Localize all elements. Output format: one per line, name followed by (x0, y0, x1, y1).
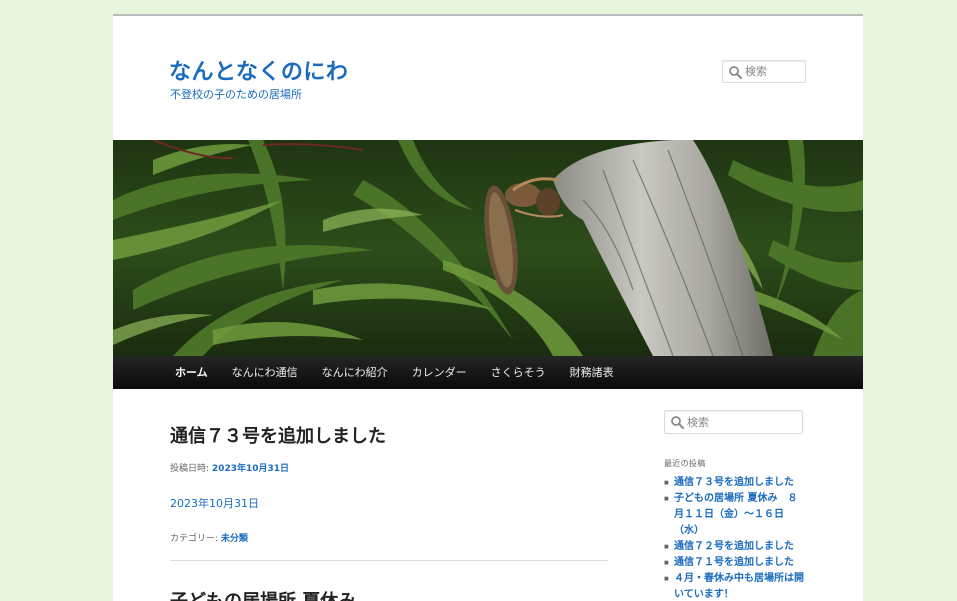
recent-post-item: 子どもの居場所 夏休み ８月１１日（金）～１６日（水） (664, 491, 804, 539)
post-divider (170, 560, 608, 561)
main-navigation: ホーム なんにわ通信 なんにわ紹介 カレンダー さくらそう 財務諸表 (113, 356, 863, 389)
sidebar-search-box[interactable] (664, 410, 803, 434)
page-container: なんとなくのにわ 不登校の子のための居場所 検索 ホーム なんにわ通信 なんにわ… (113, 14, 863, 601)
recent-post-link[interactable]: 子どもの居場所 夏休み ８月１１日（金）～１６日（水） (674, 493, 797, 536)
header-banner-image (113, 140, 863, 356)
nav-item-financials[interactable]: 財務諸表 (558, 356, 626, 389)
category-label: カテゴリー: (170, 534, 219, 544)
recent-posts-list: 通信７３号を追加しました 子どもの居場所 夏休み ８月１１日（金）～１６日（水）… (664, 475, 804, 601)
recent-post-item: ４月・春休み中も居場所は開いています！ (664, 571, 804, 601)
post-meta-label: 投稿日時: (170, 464, 210, 474)
nav-item-sakurasou[interactable]: さくらそう (479, 356, 558, 389)
search-icon (729, 65, 742, 79)
post-title-second[interactable]: 子どもの居場所 夏休み (170, 587, 608, 601)
recent-post-item: 通信７２号を追加しました (664, 539, 804, 555)
recent-post-link[interactable]: 通信７２号を追加しました (674, 541, 794, 552)
site-title[interactable]: なんとなくのにわ (169, 54, 348, 86)
sidebar: 最近の投稿 通信７３号を追加しました 子どもの居場所 夏休み ８月１１日（金）～… (664, 410, 804, 601)
post-date-link[interactable]: 2023年10月31日 (212, 464, 289, 474)
recent-post-link[interactable]: 通信７１号を追加しました (674, 557, 794, 568)
header-search-input[interactable] (743, 65, 805, 78)
recent-post-link[interactable]: 通信７３号を追加しました (674, 477, 794, 488)
recent-post-link[interactable]: ４月・春休み中も居場所は開いています！ (674, 573, 804, 600)
category-link[interactable]: 未分類 (221, 534, 248, 544)
site-description: 不登校の子のための居場所 (170, 88, 302, 101)
nav-item-home[interactable]: ホーム (163, 356, 220, 389)
main-content: 通信７３号を追加しました 投稿日時: 2023年10月31日 2023年10月3… (170, 422, 608, 601)
sidebar-search-input[interactable] (685, 415, 802, 429)
nav-item-about[interactable]: なんにわ紹介 (310, 356, 400, 389)
search-icon (671, 416, 684, 429)
header-search-box[interactable] (722, 60, 806, 83)
post-meta: 投稿日時: 2023年10月31日 (170, 461, 608, 474)
post-content[interactable]: 2023年10月31日 (170, 495, 608, 511)
nav-item-newsletter[interactable]: なんにわ通信 (220, 356, 310, 389)
post-title[interactable]: 通信７３号を追加しました (170, 422, 608, 448)
post-category: カテゴリー: 未分類 (170, 531, 608, 544)
nav-item-calendar[interactable]: カレンダー (400, 356, 479, 389)
cicada-photo (113, 140, 863, 356)
recent-post-item: 通信７３号を追加しました (664, 475, 804, 491)
recent-post-item: 通信７１号を追加しました (664, 555, 804, 571)
recent-posts-title: 最近の投稿 (664, 459, 706, 468)
